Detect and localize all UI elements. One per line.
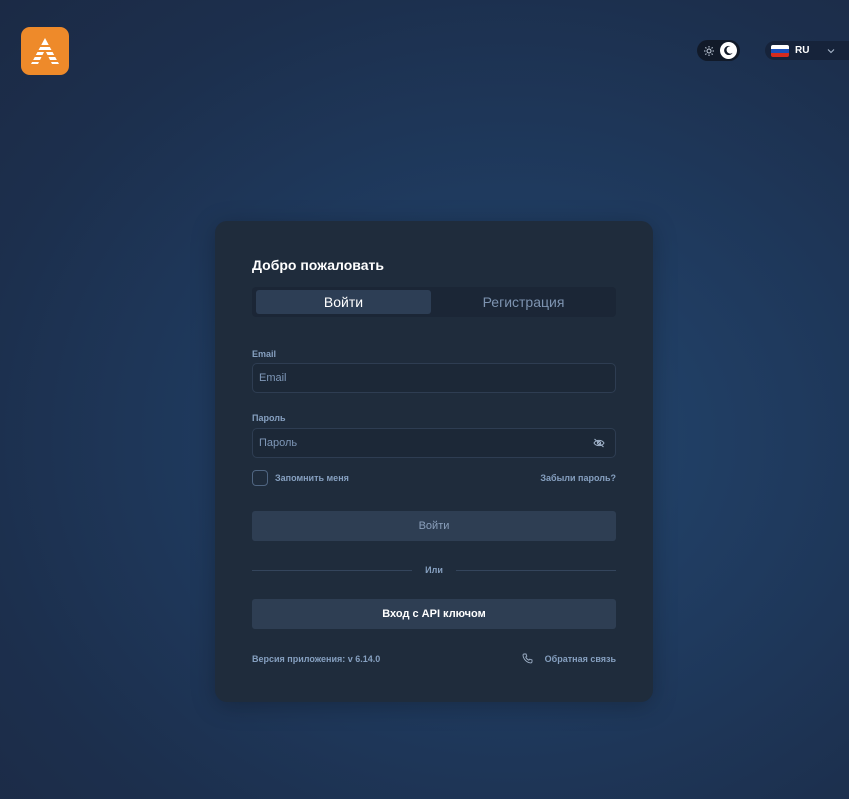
card-title: Добро пожаловать — [252, 257, 384, 273]
language-select[interactable]: RU — [765, 41, 849, 60]
auth-tabs: Войти Регистрация — [252, 287, 616, 317]
email-field[interactable] — [253, 363, 615, 393]
forgot-password-link[interactable]: Забыли пароль? — [540, 473, 616, 483]
eye-off-icon[interactable] — [593, 438, 605, 448]
logo-a-icon — [28, 38, 62, 64]
feedback-label: Обратная связь — [544, 653, 616, 664]
email-label: Email — [252, 349, 277, 359]
or-divider: Или — [252, 564, 616, 576]
api-key-login-button[interactable]: Вход с API ключом — [252, 599, 616, 629]
divider-line-right — [455, 569, 616, 571]
sun-icon — [701, 43, 717, 59]
remember-label: Запомнить меня — [275, 473, 349, 483]
language-code: RU — [795, 45, 810, 56]
app-version: Версия приложения: v 6.14.0 — [252, 654, 381, 664]
divider-text: Или — [425, 565, 443, 575]
moon-icon — [720, 42, 737, 59]
tab-register[interactable]: Регистрация — [431, 290, 616, 314]
app-logo[interactable] — [21, 27, 69, 75]
russia-flag-icon — [771, 44, 789, 57]
password-field-wrapper — [252, 428, 616, 458]
tab-login[interactable]: Войти — [256, 290, 431, 314]
login-button[interactable]: Войти — [252, 511, 616, 541]
remember-checkbox[interactable] — [252, 470, 268, 486]
login-card: Добро пожаловать Войти Регистрация Email… — [215, 221, 653, 702]
email-field-wrapper — [252, 363, 616, 393]
password-label: Пароль — [252, 413, 286, 423]
phone-icon — [522, 653, 533, 664]
theme-toggle[interactable] — [697, 40, 740, 61]
password-field[interactable] — [253, 428, 593, 458]
feedback-link[interactable]: Обратная связь — [522, 653, 616, 664]
chevron-down-icon — [827, 48, 835, 54]
remember-me[interactable]: Запомнить меня — [252, 470, 349, 486]
divider-line-left — [252, 569, 413, 571]
